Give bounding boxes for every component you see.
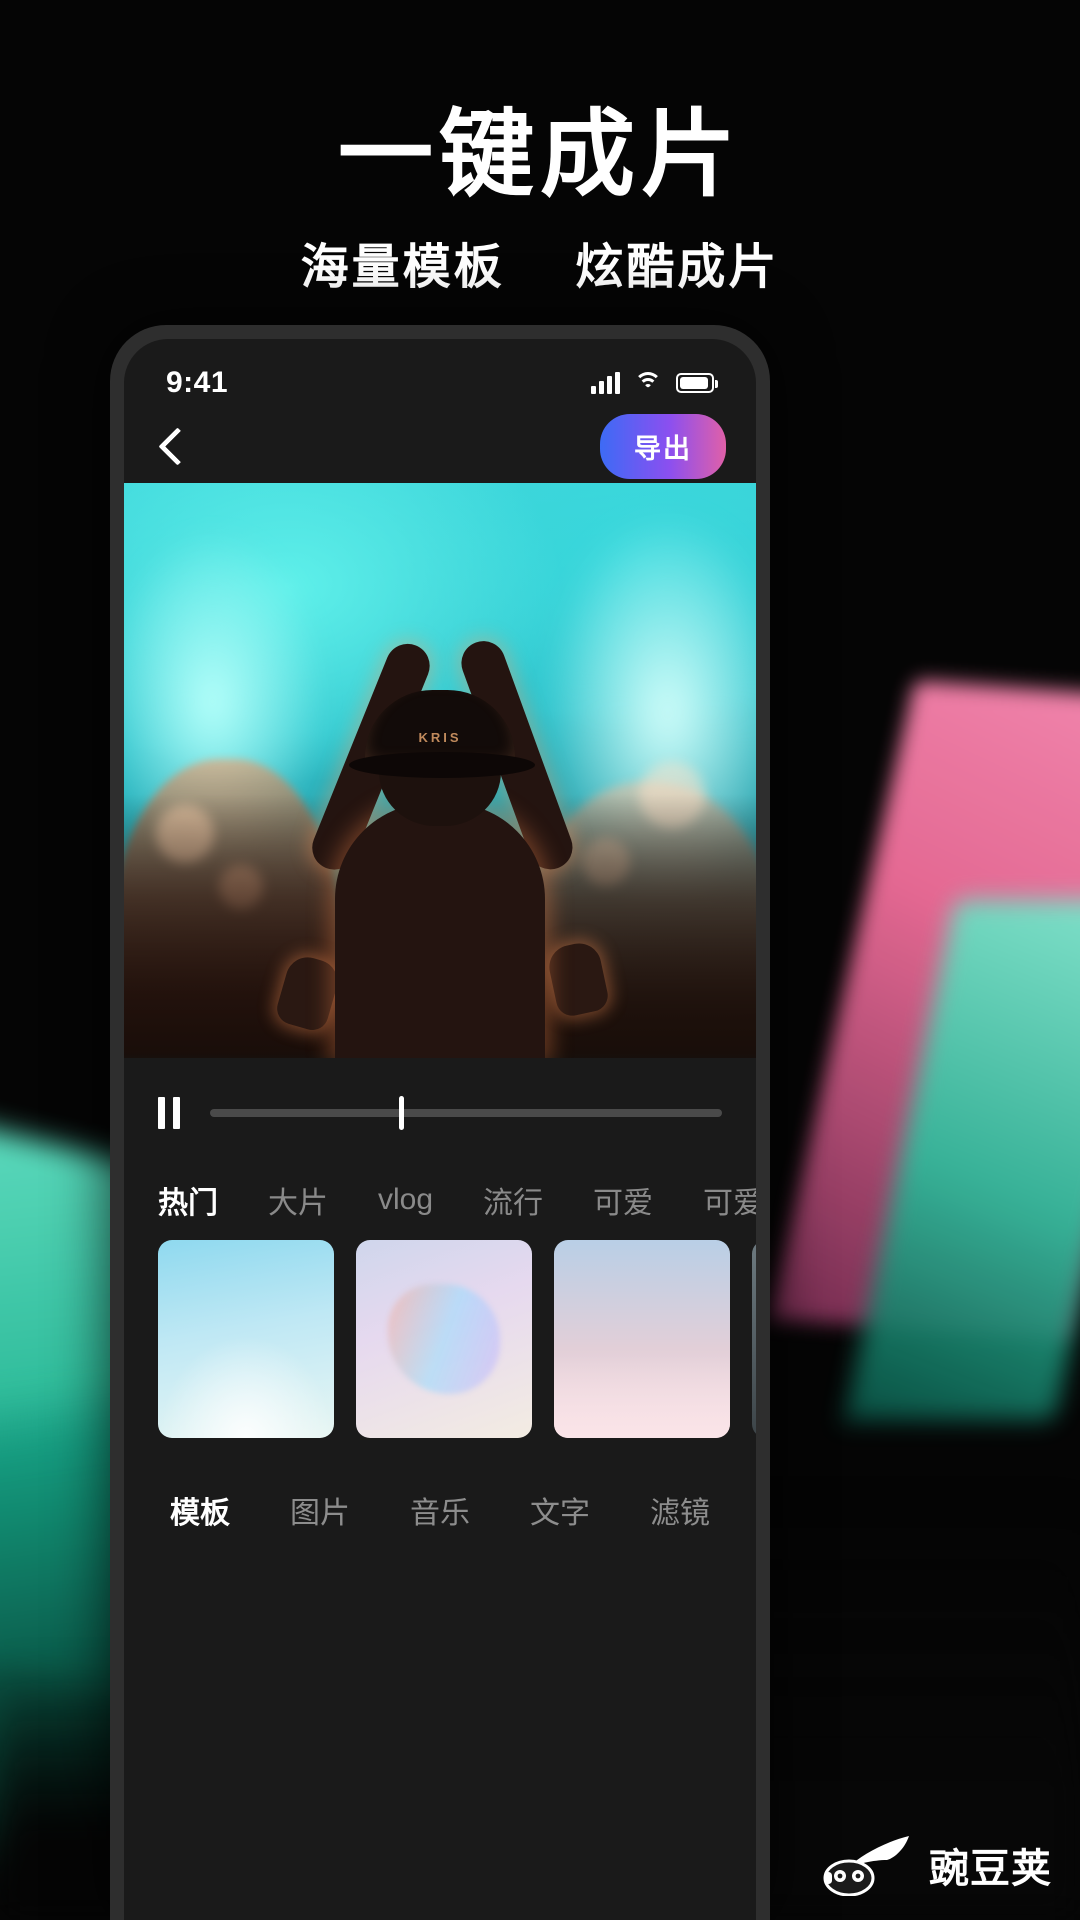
template-thumb-3[interactable] xyxy=(752,1240,756,1438)
promo-subtitle-left: 海量模板 xyxy=(300,241,505,294)
category-tab-4[interactable]: 可爱 xyxy=(593,1178,653,1222)
category-tab-1[interactable]: 大片 xyxy=(268,1178,328,1222)
category-tab-5[interactable]: 可爱 xyxy=(703,1178,756,1222)
bottom-tab-0[interactable]: 模板 xyxy=(170,1488,230,1532)
cellular-signal-icon xyxy=(591,372,620,394)
back-chevron-icon[interactable] xyxy=(158,426,184,466)
promo-banner: 一键成片 海量模板 炫酷成片 9:41 导出 KRIS 热门 大片 vlog 流… xyxy=(0,0,1080,1920)
watermark: 豌豆荚 xyxy=(823,1834,1052,1897)
bottom-tab-3[interactable]: 文字 xyxy=(530,1488,590,1532)
promo-subtitle-right: 炫酷成片 xyxy=(575,241,780,294)
export-button[interactable]: 导出 xyxy=(600,413,726,479)
scrubber-handle[interactable] xyxy=(399,1096,405,1130)
page-title: 一键成片 xyxy=(337,102,742,208)
status-bar: 9:41 xyxy=(124,339,756,409)
video-preview[interactable]: KRIS xyxy=(124,483,756,1058)
template-thumb-2[interactable] xyxy=(554,1240,730,1438)
category-tab-0[interactable]: 热门 xyxy=(158,1178,218,1222)
progress-scrubber[interactable] xyxy=(210,1096,722,1130)
status-time: 9:41 xyxy=(166,366,229,399)
watermark-text: 豌豆荚 xyxy=(929,1847,1052,1891)
pea-pod-logo-icon xyxy=(823,1834,917,1897)
template-thumb-1[interactable] xyxy=(356,1240,532,1438)
subject-body xyxy=(335,803,545,1058)
category-tab-3[interactable]: 流行 xyxy=(483,1178,543,1222)
template-thumb-0[interactable] xyxy=(158,1240,334,1438)
template-list xyxy=(124,1240,756,1464)
preview-subject-silhouette: KRIS xyxy=(273,588,611,1058)
app-nav-bar: 导出 xyxy=(124,409,756,483)
category-tab-bar: 热门 大片 vlog 流行 可爱 可爱 xyxy=(124,1168,756,1240)
status-icons xyxy=(591,372,718,394)
category-tab-2[interactable]: vlog xyxy=(378,1183,433,1217)
promo-subtitle: 海量模板 炫酷成片 xyxy=(0,227,1080,297)
bottom-tab-1[interactable]: 图片 xyxy=(290,1488,350,1532)
bottom-tab-bar: 模板 图片 音乐 文字 滤镜 xyxy=(124,1464,756,1532)
phone-mockup: 9:41 导出 KRIS 热门 大片 vlog 流行 可爱 可爱 模板 图片 音… xyxy=(110,325,770,1920)
promo-text-block: 一键成片 海量模板 炫酷成片 xyxy=(0,108,1080,297)
bottom-tab-4[interactable]: 滤镜 xyxy=(650,1488,710,1532)
phone-screen: 9:41 导出 KRIS 热门 大片 vlog 流行 可爱 可爱 模板 图片 音… xyxy=(124,339,756,1920)
pause-icon[interactable] xyxy=(158,1097,184,1129)
wifi-icon xyxy=(634,372,662,394)
player-controls xyxy=(124,1058,756,1168)
cap-brand-text: KRIS xyxy=(418,730,462,745)
bottom-tab-2[interactable]: 音乐 xyxy=(410,1488,470,1532)
battery-icon xyxy=(676,373,718,393)
